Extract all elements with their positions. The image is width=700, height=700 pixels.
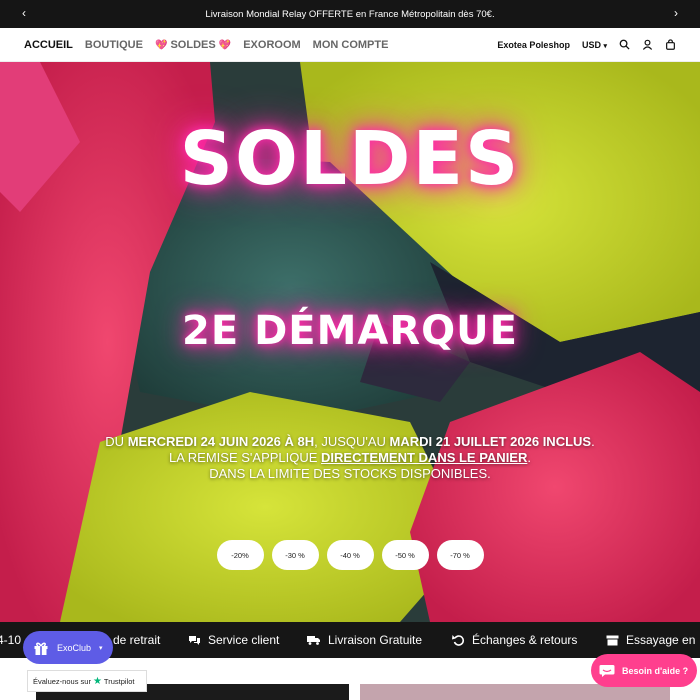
service-item-client: Service client	[188, 633, 279, 647]
nav-boutique[interactable]: BOUTIQUE	[85, 39, 143, 51]
return-icon	[452, 635, 465, 646]
chat-bubbles-icon	[189, 635, 200, 645]
discount-40-button[interactable]: -40 %	[326, 540, 374, 570]
user-icon[interactable]	[642, 39, 653, 50]
info-text: LA REMISE S'APPLIQUE	[169, 450, 322, 465]
discount-70-button[interactable]: -70 %	[436, 540, 484, 570]
star-icon: ★	[92, 675, 102, 687]
info-text: , JUSQU'AU	[314, 434, 390, 449]
search-icon[interactable]	[619, 39, 630, 50]
nav-soldes[interactable]: 💖 SOLDES 💖	[155, 39, 231, 51]
hero-info-line-2: LA REMISE S'APPLIQUE DIRECTEMENT DANS LE…	[0, 450, 700, 466]
discount-20-button[interactable]: -20%	[216, 540, 264, 570]
discount-buttons: -20% -30 % -40 % -50 % -70 %	[0, 540, 700, 570]
chevron-down-icon: ▾	[603, 42, 607, 50]
info-date-start: MERCREDI 24 JUIN 2026 À 8H	[127, 434, 315, 449]
site-header: ACCUEIL BOUTIQUE 💖 SOLDES 💖 EXOROOM MON …	[0, 28, 700, 62]
hero-banner[interactable]: SOLDES 2E DÉMARQUE DU MERCREDI 24 JUIN 2…	[0, 62, 700, 622]
chevron-left-icon[interactable]: ‹	[22, 6, 26, 20]
chevron-right-icon[interactable]: ›	[674, 6, 678, 20]
info-text: .	[527, 450, 531, 465]
service-label: 4-10	[0, 633, 22, 647]
discount-50-button[interactable]: -50 %	[381, 540, 429, 570]
currency-selector[interactable]: USD ▾	[582, 40, 607, 50]
announcement-bar: ‹ Livraison Mondial Relay OFFERTE en Fra…	[0, 0, 700, 28]
chat-help-button[interactable]: Besoin d'aide ?	[591, 654, 697, 687]
heart-icon: 💖	[154, 39, 168, 51]
info-text: .	[591, 434, 595, 449]
store-icon	[606, 635, 619, 645]
service-label: Échanges & retours	[472, 633, 578, 647]
trustpilot-brand: Trustpilot	[103, 676, 135, 686]
exoclub-label: ExoClub	[57, 642, 92, 653]
service-item-essayage: Essayage en	[606, 633, 695, 647]
hero-info: DU MERCREDI 24 JUIN 2026 À 8H, JUSQU'AU …	[0, 434, 700, 482]
chat-help-label: Besoin d'aide ?	[622, 665, 689, 676]
heart-icon: 💖	[218, 39, 232, 51]
service-label: Livraison Gratuite	[328, 633, 423, 647]
nav-mon-compte[interactable]: MON COMPTE	[313, 39, 389, 51]
service-label: de retrait	[113, 633, 161, 647]
hero-title: SOLDES	[179, 116, 521, 202]
bag-icon[interactable]	[665, 39, 676, 50]
hero-subtitle: 2E DÉMARQUE	[182, 308, 518, 354]
nav-exoroom[interactable]: EXOROOM	[243, 39, 300, 51]
service-item-livraison: Livraison Gratuite	[307, 633, 422, 647]
chevron-down-icon: ▾	[99, 644, 103, 652]
header-actions: Exotea Poleshop USD ▾	[497, 39, 676, 50]
info-text: DU	[105, 434, 128, 449]
hero-info-line-3: DANS LA LIMITE DES STOCKS DISPONIBLES.	[209, 466, 491, 481]
nav-accueil[interactable]: ACCUEIL	[24, 39, 73, 51]
info-date-end: MARDI 21 JUILLET 2026 INCLUS	[389, 434, 592, 449]
gift-icon	[34, 642, 48, 655]
trustpilot-widget[interactable]: Évaluez-nous sur ★ Trustpilot	[27, 670, 147, 692]
service-item-echanges: Échanges & retours	[452, 633, 577, 647]
nav-soldes-label: SOLDES	[170, 38, 216, 51]
currency-value: USD	[581, 39, 601, 50]
service-label: Service client	[208, 633, 280, 647]
service-label: Essayage en	[626, 633, 696, 647]
exoclub-button[interactable]: ExoClub ▾	[23, 631, 113, 664]
info-emphasis: DIRECTEMENT DANS LE PANIER	[321, 450, 528, 465]
chat-icon	[599, 664, 615, 677]
trustpilot-text: Évaluez-nous sur	[33, 676, 91, 686]
main-nav: ACCUEIL BOUTIQUE 💖 SOLDES 💖 EXOROOM MON …	[24, 39, 388, 51]
service-item-retrait: de retrait	[113, 633, 160, 647]
service-item-partial: 4-10	[0, 633, 21, 647]
truck-icon	[307, 636, 320, 645]
hero-info-line-1: DU MERCREDI 24 JUIN 2026 À 8H, JUSQU'AU …	[0, 434, 700, 450]
announcement-text: Livraison Mondial Relay OFFERTE en Franc…	[205, 8, 495, 20]
store-link[interactable]: Exotea Poleshop	[497, 40, 570, 50]
discount-30-button[interactable]: -30 %	[271, 540, 319, 570]
